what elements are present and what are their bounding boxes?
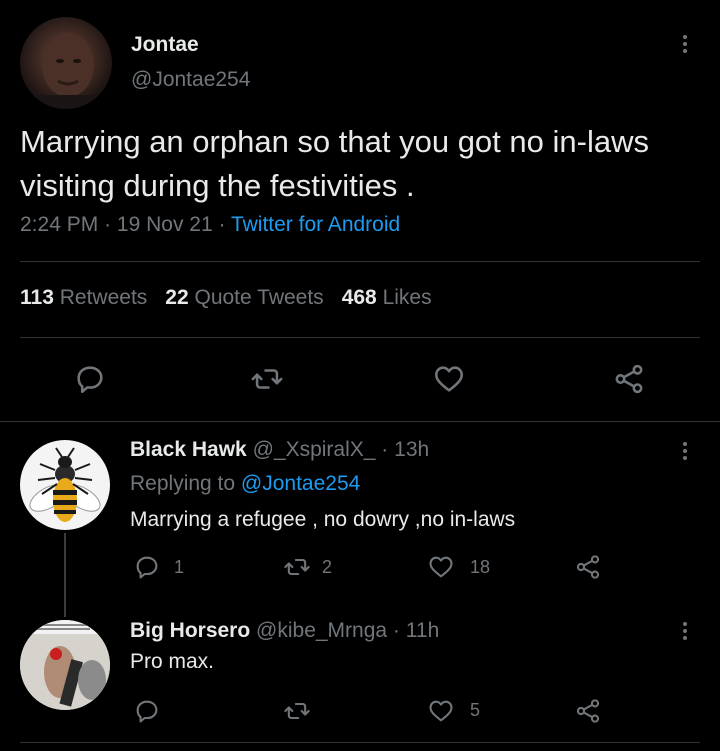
author-avatar-image [20,33,112,109]
reply-avatar-horsero[interactable] [20,620,110,710]
tweet-source-link[interactable]: Twitter for Android [231,213,400,236]
like-icon[interactable] [427,553,455,581]
likes-stat[interactable]: 468 Likes [342,286,432,309]
reply-more-options-icon[interactable] [680,439,690,463]
thread-connector [64,533,66,617]
likes-count: 468 [341,286,377,309]
reply-header: Black Hawk @_XspiralX_ · 13h [130,438,429,462]
reply-author-handle[interactable]: @kibe_Mrnga [256,619,387,642]
reply-separator: · [381,438,389,461]
reply-text: Pro max. [130,650,215,673]
reply-icon[interactable] [133,697,161,725]
reply-icon[interactable] [73,362,107,396]
reply-header: Big Horsero @kibe_Mrnga · 11h [130,619,439,643]
meta-separator: · [218,213,226,236]
tweet-time[interactable]: 2:24 PM [20,213,98,236]
reply-icon[interactable] [133,553,161,581]
like-icon[interactable] [432,362,466,396]
retweet-icon[interactable] [283,697,311,725]
reply-text: Marrying a refugee , no dowry ,no in-law… [130,508,516,531]
replying-to: Replying to @Jontae254 [130,472,360,496]
reply-author-name[interactable]: Big Horsero [130,619,250,642]
share-icon[interactable] [574,553,602,581]
quotes-stat[interactable]: 22 Quote Tweets [165,286,323,309]
quotes-count: 22 [165,286,189,309]
retweet-icon[interactable] [250,362,284,396]
reply-author-name[interactable]: Black Hawk [130,438,247,461]
like-count: 5 [470,700,481,720]
tweet-stats: 113 Retweets 22 Quote Tweets 468 Likes [20,286,432,310]
reply-separator: · [392,619,400,642]
bee-image [29,447,101,522]
retweet-icon[interactable] [283,553,311,581]
author-avatar[interactable] [20,17,112,109]
retweets-count: 113 [20,286,54,309]
more-options-icon[interactable] [680,32,690,56]
like-icon[interactable] [427,697,455,725]
replying-to-handle[interactable]: @Jontae254 [241,472,360,495]
author-name[interactable]: Jontae [131,33,199,57]
like-count: 18 [470,557,491,577]
share-icon[interactable] [612,362,646,396]
meta-separator: · [104,213,112,236]
retweets-label: Retweets [59,286,148,309]
likes-label: Likes [382,286,432,309]
tweet-meta: 2:24 PM · 19 Nov 21 · Twitter for Androi… [20,213,400,237]
reply-time[interactable]: 13h [394,438,429,461]
horsero-avatar-image [20,620,110,710]
share-icon[interactable] [574,697,602,725]
reply-more-options-icon[interactable] [680,619,690,643]
divider [20,261,700,262]
replying-to-prefix: Replying to [130,472,236,495]
tweet-date[interactable]: 19 Nov 21 [117,213,213,236]
divider [20,337,700,338]
retweet-count: 2 [322,557,333,577]
author-handle[interactable]: @Jontae254 [131,68,250,92]
quotes-label: Quote Tweets [194,286,324,309]
reply-author-handle[interactable]: @_XspiralX_ [253,438,376,461]
divider [0,421,720,422]
tweet-text-line-1: Marrying an orphan so that you got no in… [20,124,649,159]
retweets-stat[interactable]: 113 Retweets [20,286,147,309]
reply-avatar-bee[interactable] [20,440,110,530]
tweet-text-line-2: visiting during the festivities . [20,168,415,203]
divider [20,742,700,743]
tweet-text: Marrying an orphan so that you got no in… [20,120,710,208]
reply-count: 1 [174,557,185,577]
reply-time[interactable]: 11h [406,619,439,642]
